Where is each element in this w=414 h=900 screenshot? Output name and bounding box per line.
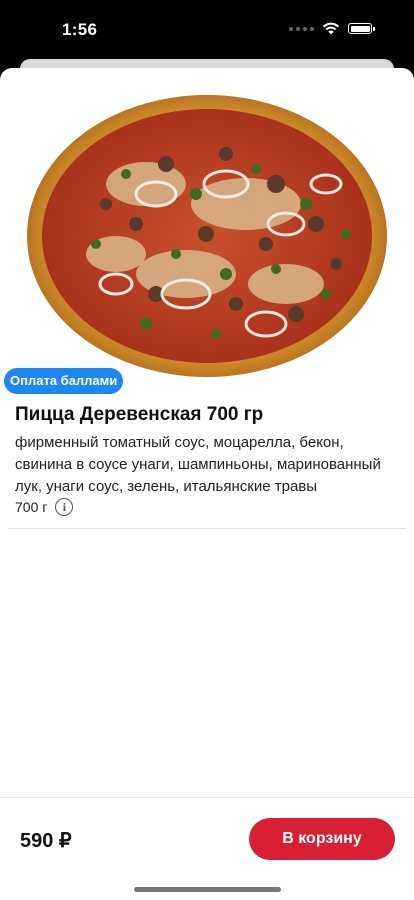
wifi-icon <box>322 22 340 35</box>
home-indicator[interactable] <box>134 887 281 892</box>
divider <box>8 528 406 529</box>
info-icon[interactable]: i <box>55 498 74 516</box>
weight-row: 700 г i <box>15 498 74 516</box>
battery-icon <box>348 23 375 34</box>
product-title: Пицца Деревенская 700 гр <box>15 404 264 425</box>
product-weight: 700 г <box>15 499 48 515</box>
footer-divider <box>0 797 414 798</box>
product-description: фирменный томатный соус, моцарелла, беко… <box>15 434 381 495</box>
pizza-image <box>26 94 388 378</box>
product-sheet: Оплата баллами Пицца Деревенская 700 гр … <box>0 68 414 900</box>
signal-icon <box>289 26 314 31</box>
points-payment-badge: Оплата баллами <box>4 368 124 394</box>
status-icons <box>289 22 375 35</box>
status-bar: 1:56 <box>0 0 414 62</box>
product-price: 590 ₽ <box>20 830 72 852</box>
status-time: 1:56 <box>62 20 98 39</box>
add-to-cart-button[interactable]: В корзину <box>249 818 395 860</box>
